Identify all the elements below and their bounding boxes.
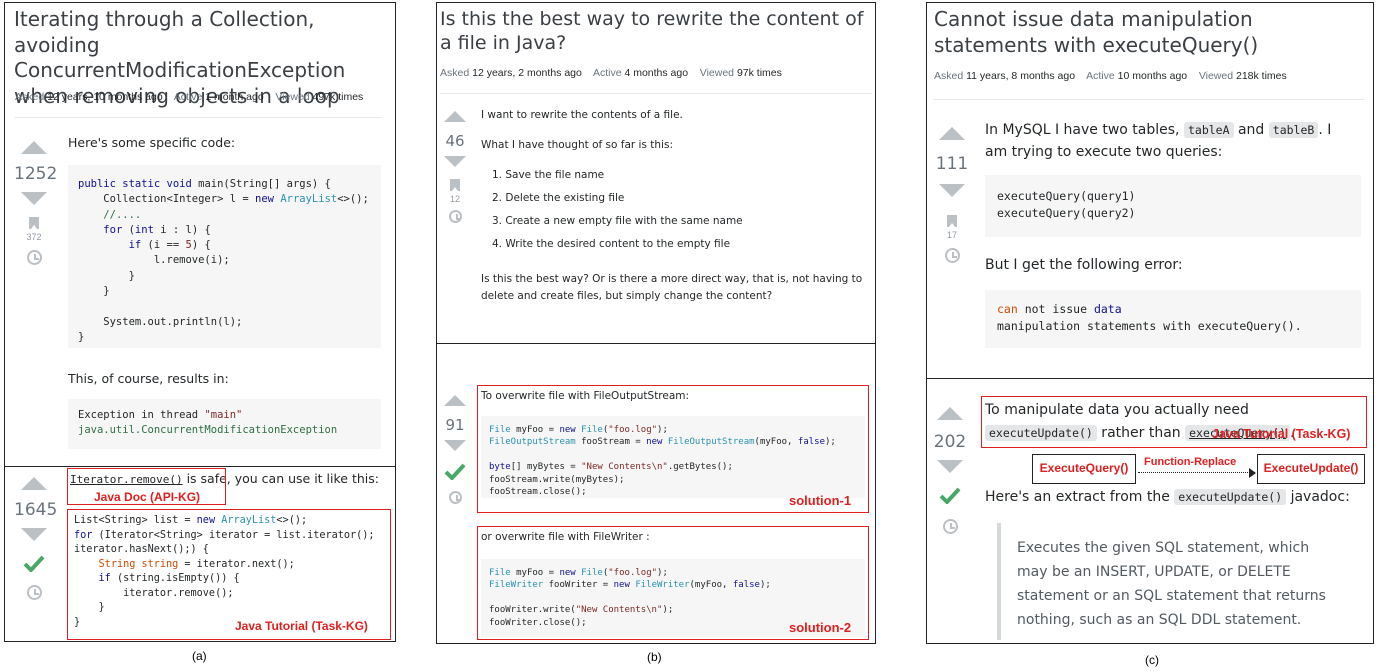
bookmark-count: 372	[26, 232, 42, 242]
bookmark-count: 17	[946, 230, 957, 240]
answer-score: 202	[933, 432, 967, 452]
downvote-icon[interactable]	[21, 528, 47, 541]
answer-paragraph-2: Here's an extract from the executeUpdate…	[985, 489, 1350, 505]
accepted-check-icon	[444, 463, 466, 480]
solution-1-code: File myFoo = new File("foo.log"); FileOu…	[481, 416, 865, 498]
meta-divider	[440, 93, 872, 94]
list-item: 2. Delete the existing file	[492, 192, 625, 204]
upvote-icon[interactable]	[444, 395, 466, 406]
question-paragraph-2: What I have thought of so far is this:	[481, 139, 673, 151]
answer-vote-cell: 202	[930, 407, 970, 534]
question-score: 111	[935, 154, 969, 174]
downvote-icon[interactable]	[444, 156, 466, 167]
bookmark-icon[interactable]	[450, 179, 460, 191]
question-paragraph-3: Is this the best way? Or is there a more…	[481, 273, 863, 302]
list-item: 4. Write the desired content to the empt…	[492, 238, 731, 250]
caption-c: (c)	[1145, 653, 1159, 667]
bookmark-count: 12	[449, 194, 460, 204]
caption-b: (b)	[647, 650, 662, 664]
execute-update-code: executeUpdate()	[1174, 489, 1287, 505]
upvote-icon[interactable]	[444, 111, 466, 122]
solution-2-label: solution-2	[789, 620, 852, 635]
question-meta: Asked 12 years, 2 months ago Active 4 mo…	[440, 67, 782, 79]
answer-separator	[5, 466, 395, 467]
answer-separator	[437, 343, 875, 344]
history-icon[interactable]	[448, 210, 462, 223]
execute-update-code: executeUpdate()	[985, 425, 1097, 441]
question-meta: Asked 11 years, 8 months ago Active 10 m…	[934, 70, 1287, 82]
upvote-icon[interactable]	[939, 127, 965, 140]
downvote-icon[interactable]	[444, 440, 466, 451]
accepted-check-icon	[23, 555, 45, 572]
history-icon[interactable]	[26, 250, 42, 265]
upvote-icon[interactable]	[21, 141, 47, 154]
steps-list: 1. Save the file name 2. Delete the exis…	[492, 169, 743, 250]
answer-score: 1645	[14, 500, 58, 520]
exception-code-block: Exception in thread "main" java.util.Con…	[68, 399, 381, 449]
kg-relation-label: Function-Replace	[1144, 456, 1237, 468]
question-paragraph-1: In MySQL I have two tables, tableA and t…	[985, 122, 1332, 160]
task-kg-label: Java Tutorial (Task-KG)	[235, 619, 368, 633]
question-paragraph-1: I want to rewrite the contents of a file…	[481, 109, 683, 121]
javadoc-quote: Executes the given SQL statement, which …	[997, 523, 1337, 640]
accepted-check-icon	[939, 487, 961, 504]
downvote-icon[interactable]	[939, 184, 965, 197]
bookmark-icon[interactable]	[947, 215, 957, 227]
error-code-block: can not issue data manipulation statemen…	[985, 290, 1361, 348]
meta-divider	[934, 99, 1364, 100]
answer-score: 91	[445, 416, 465, 434]
question-intro: Here's some specific code:	[68, 135, 236, 150]
table-b-code: tableB	[1268, 122, 1319, 138]
question-title[interactable]: Is this the best way to rewrite the cont…	[440, 7, 872, 56]
list-item: 1. Save the file name	[492, 169, 605, 181]
question-vote-cell: 1252 372	[14, 141, 58, 265]
solution-1-label: solution-1	[789, 493, 852, 508]
kg-arrow-head-icon	[1249, 468, 1256, 478]
panel-b: Is this the best way to rewrite the cont…	[436, 2, 876, 644]
history-icon[interactable]	[26, 585, 42, 600]
question-vote-cell: 111 17	[932, 127, 972, 263]
query-code-block: executeQuery(query1) executeQuery(query2…	[985, 175, 1361, 237]
history-icon[interactable]	[448, 491, 462, 504]
question-score: 46	[445, 132, 465, 150]
task-kg-label: Java Tutorial (Task-KG)	[1212, 427, 1351, 441]
upvote-icon[interactable]	[21, 477, 47, 490]
downvote-icon[interactable]	[937, 460, 963, 473]
kg-relation-arrow	[1138, 472, 1252, 473]
history-icon[interactable]	[944, 248, 960, 263]
answer-vote-cell: 91	[437, 395, 475, 504]
kg-node-to: ExecuteUpdate()	[1257, 454, 1365, 484]
downvote-icon[interactable]	[21, 192, 47, 205]
panel-c: Cannot issue data manipulation statement…	[926, 2, 1374, 644]
panel-a: Iterating through a Collection, avoiding…	[4, 2, 396, 642]
question-code-block: public static void main(String[] args) {…	[68, 165, 381, 348]
kg-node-from: ExecuteQuery()	[1032, 454, 1136, 484]
table-a-code: tableA	[1183, 122, 1234, 138]
solution-1-intro: To overwrite file with FileOutputStream:	[481, 390, 690, 402]
result-text: This, of course, results in:	[68, 371, 229, 386]
question-paragraph-2: But I get the following error:	[985, 257, 1183, 273]
question-vote-cell: 46 12	[437, 111, 475, 223]
upvote-icon[interactable]	[937, 407, 963, 420]
bookmark-icon[interactable]	[29, 217, 39, 229]
list-item: 3. Create a new empty file with the same…	[492, 215, 743, 227]
question-title[interactable]: Cannot issue data manipulation statement…	[934, 7, 1372, 58]
caption-a: (a)	[192, 649, 207, 663]
question-score: 1252	[14, 164, 58, 184]
answer-vote-cell: 1645	[14, 477, 58, 600]
solution-2-intro: or overwrite file with FileWriter :	[481, 531, 650, 543]
answer-separator	[927, 378, 1373, 379]
api-kg-label: Java Doc (API-KG)	[94, 490, 201, 504]
meta-divider	[15, 117, 381, 118]
history-icon[interactable]	[942, 519, 958, 534]
question-meta: Asked 12 years, 10 months ago Active 1 m…	[15, 91, 364, 103]
